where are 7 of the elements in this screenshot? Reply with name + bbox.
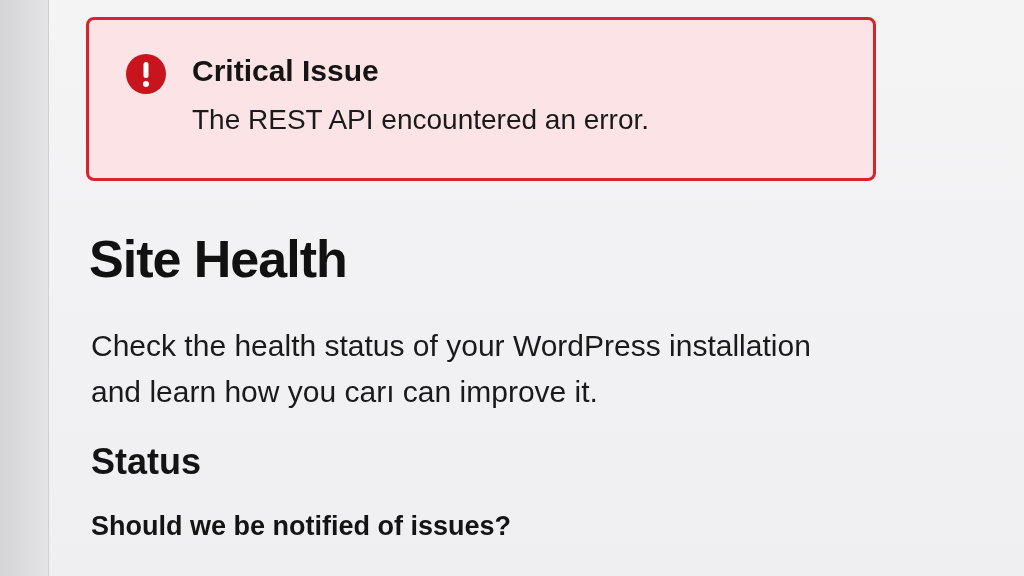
exclamation-icon (126, 54, 166, 94)
section-title: Status (91, 441, 202, 483)
notice-message: The REST API encountered an error. (192, 104, 650, 136)
section-question: Should we be notified of issues? (91, 511, 512, 542)
notice-title: Critical Issue (192, 54, 380, 88)
page-title: Site Health (89, 229, 347, 289)
page-description: Check the health status of your WordPress installation and learn how you carı can improve it. (91, 328, 812, 410)
